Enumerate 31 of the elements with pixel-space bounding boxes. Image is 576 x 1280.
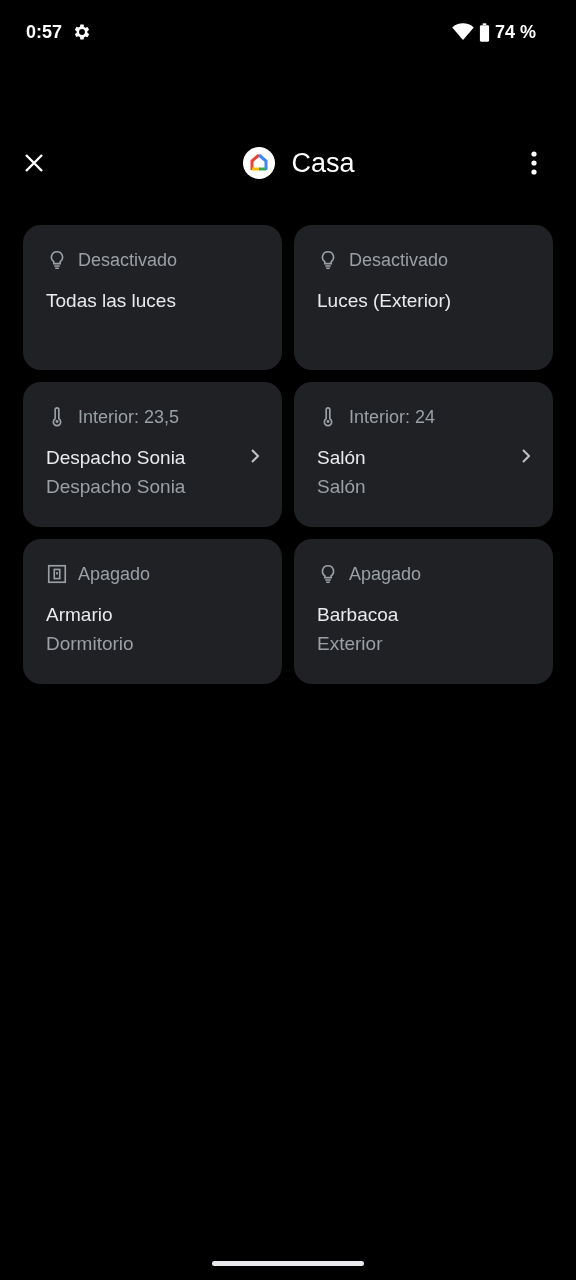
structure-title: Casa — [291, 147, 355, 179]
device-name: Luces (Exterior) — [317, 289, 452, 313]
battery-icon — [478, 22, 490, 42]
clock-time: 0:57 — [26, 21, 63, 43]
device-status: Apagado — [78, 563, 151, 585]
device-status: Interior: 23,5 — [78, 406, 180, 428]
device-status: Desactivado — [78, 249, 178, 271]
wifi-icon — [451, 23, 474, 41]
device-room: Despacho Sonia — [46, 475, 186, 499]
device-name: Todas las luces — [46, 289, 176, 313]
device-status: Interior: 24 — [349, 406, 436, 428]
battery-percentage: 74 % — [494, 21, 536, 43]
more-options-icon — [531, 151, 537, 175]
device-name: Salón — [317, 446, 366, 470]
home-logo-icon — [243, 147, 276, 179]
device-name: Armario — [46, 603, 114, 627]
device-tile[interactable]: Apagado Barbacoa Exterior — [294, 539, 553, 684]
close-icon — [24, 153, 44, 173]
device-tile[interactable]: Apagado Armario Dormitorio — [23, 539, 282, 684]
device-tile[interactable]: Desactivado Todas las luces — [23, 225, 282, 370]
device-room: Exterior — [317, 632, 384, 656]
device-name: Barbacoa — [317, 603, 399, 627]
device-status: Desactivado — [349, 249, 449, 271]
device-status: Apagado — [349, 563, 422, 585]
device-room: Dormitorio — [46, 632, 134, 656]
outlet-icon — [46, 563, 68, 585]
device-room: Salón — [317, 475, 366, 499]
device-tile[interactable]: Interior: 23,5 Despacho Sonia Despacho Sonia — [23, 382, 282, 527]
device-name: Despacho Sonia — [46, 446, 186, 470]
device-tile[interactable]: Desactivado Luces (Exterior) — [294, 225, 553, 370]
device-tile[interactable]: Interior: 24 Salón Salón — [294, 382, 553, 527]
